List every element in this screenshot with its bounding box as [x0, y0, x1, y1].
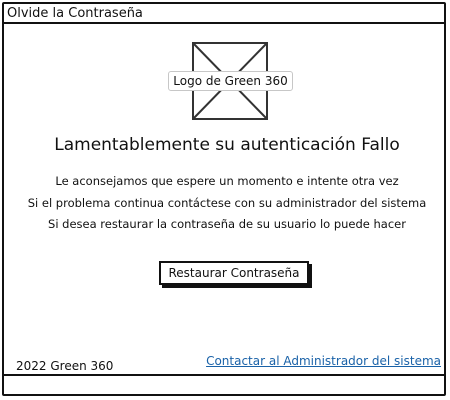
logo-label: Logo de Green 360: [168, 71, 293, 91]
status-bar: [4, 374, 444, 394]
message-contact-admin: Si el problema continua contáctese con s…: [27, 196, 427, 210]
window-title: Olvide la Contraseña: [7, 6, 143, 21]
message-restore-password: Si desea restaurar la contraseña de su u…: [48, 217, 406, 231]
restore-password-button[interactable]: Restaurar Contraseña: [159, 261, 309, 285]
window-frame: Olvide la Contraseña Logo de Green 360 L…: [2, 2, 446, 396]
contact-admin-link[interactable]: Contactar al Administrador del sistema: [206, 354, 441, 369]
page-title: Lamentablemente su autenticación Fallo: [54, 135, 400, 155]
copyright-text: 2022 Green 360: [16, 359, 114, 373]
title-bar: Olvide la Contraseña: [4, 4, 444, 24]
message-retry: Le aconsejamos que espere un momento e i…: [55, 174, 399, 188]
